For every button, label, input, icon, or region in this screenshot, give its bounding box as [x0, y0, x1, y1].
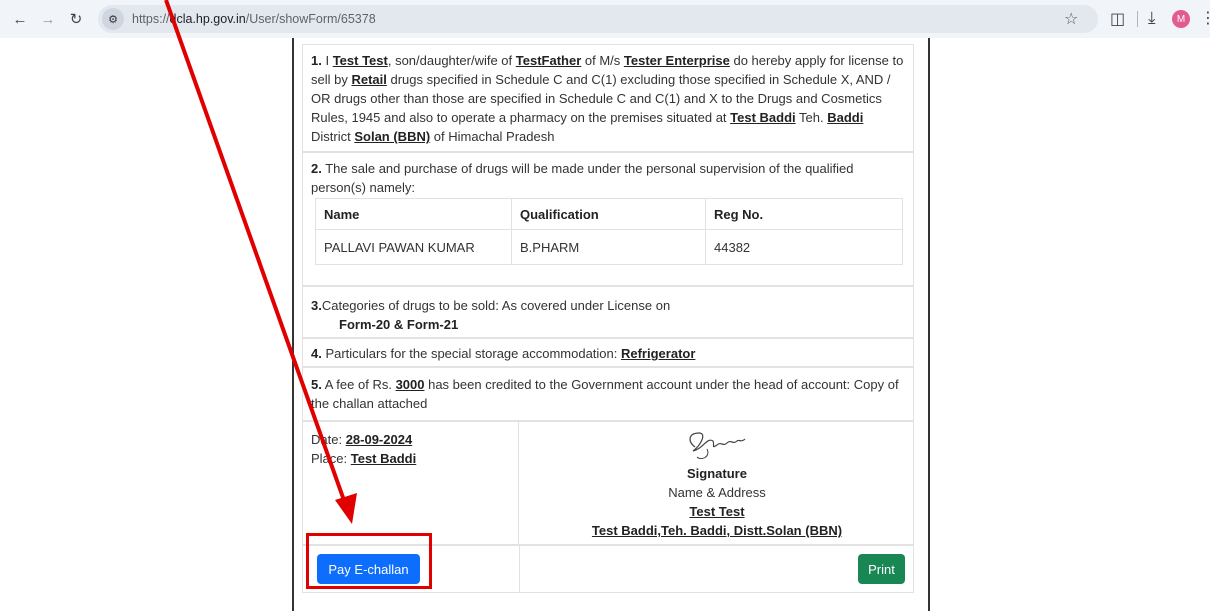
- print-button[interactable]: Print: [858, 554, 905, 584]
- browser-toolbar: ← → ↻ ⚙ https://dcla.hp.gov.in/User/show…: [0, 0, 1210, 38]
- sale-type: Retail: [351, 72, 387, 87]
- browser-menu-icon[interactable]: ⋮: [1200, 8, 1210, 28]
- application-place: Test Baddi: [350, 451, 417, 466]
- license-forms: Form-20 & Form-21: [339, 317, 459, 332]
- date-place-cell: Date: 28-09-2024 Place: Test Baddi: [303, 422, 519, 544]
- section-4-storage: 4. Particulars for the special storage a…: [302, 338, 914, 367]
- signature-label: Signature: [687, 466, 747, 481]
- tehsil: Baddi: [827, 110, 864, 125]
- annotation-highlight-box: [306, 533, 432, 589]
- section-1-application: 1. I Test Test, son/daughter/wife of Tes…: [302, 44, 914, 152]
- fee-amount: 3000: [395, 377, 425, 392]
- district: Solan (BBN): [354, 129, 431, 144]
- header-qualification: Qualification: [511, 198, 706, 230]
- download-icon[interactable]: ⤓: [1148, 8, 1156, 28]
- site-info-icon[interactable]: ⚙: [102, 8, 124, 30]
- section-5-fee: 5. A fee of Rs. 3000 has been credited t…: [302, 367, 914, 421]
- bookmark-star-icon[interactable]: ☆: [1064, 9, 1078, 29]
- cell-qualification: B.PHARM: [511, 229, 706, 265]
- url-text: https://dcla.hp.gov.in/User/showForm/653…: [132, 12, 376, 26]
- signature-image: [689, 432, 746, 460]
- applicant-name: Test Test: [332, 53, 388, 68]
- signature-cell: Signature Name & Address Test Test Test …: [519, 422, 915, 544]
- toolbar-divider: [1137, 11, 1138, 27]
- signer-name: Test Test: [689, 504, 745, 519]
- qualified-person-table: Name Qualification Reg No. PALLAVI PAWAN…: [315, 198, 903, 265]
- premises: Test Baddi: [730, 110, 796, 125]
- header-name: Name: [315, 198, 512, 230]
- father-name: TestFather: [515, 53, 582, 68]
- firm-name: Tester Enterprise: [623, 53, 730, 68]
- section-2-qualified-person: 2. The sale and purchase of drugs will b…: [302, 152, 914, 286]
- cell-reg-no: 44382: [705, 229, 903, 265]
- name-address-label: Name & Address: [668, 485, 766, 500]
- back-arrow-icon[interactable]: ←: [8, 7, 32, 31]
- signer-address: Test Baddi,Teh. Baddi, Distt.Solan (BBN): [591, 523, 843, 538]
- storage-type: Refrigerator: [620, 346, 696, 361]
- address-bar[interactable]: ⚙ https://dcla.hp.gov.in/User/showForm/6…: [98, 5, 1098, 33]
- extensions-icon[interactable]: ◫: [1110, 9, 1125, 29]
- header-reg-no: Reg No.: [705, 198, 903, 230]
- section-signature: Date: 28-09-2024 Place: Test Baddi Signa…: [302, 421, 914, 545]
- reload-icon[interactable]: ↻: [64, 7, 88, 31]
- table-header-row: Name Qualification Reg No.: [315, 198, 903, 230]
- profile-avatar[interactable]: M: [1172, 10, 1190, 28]
- section-3-drug-categories: 3.Categories of drugs to be sold: As cov…: [302, 286, 914, 338]
- forward-arrow-icon[interactable]: →: [36, 7, 60, 31]
- action-row-divider: [519, 546, 520, 592]
- table-row: PALLAVI PAWAN KUMAR B.PHARM 44382: [315, 229, 903, 265]
- cell-name: PALLAVI PAWAN KUMAR: [315, 229, 512, 265]
- application-date: 28-09-2024: [345, 432, 413, 447]
